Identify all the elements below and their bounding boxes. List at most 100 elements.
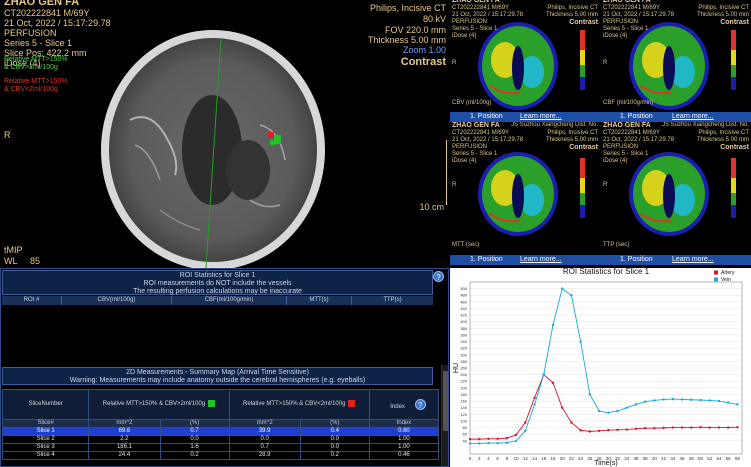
data-point-vein bbox=[616, 409, 619, 413]
data-point-vein bbox=[487, 441, 490, 445]
main-image-viewer[interactable]: ZHAO GEN FA CT202222841 M/69Y 21 Oct, 20… bbox=[0, 0, 450, 268]
y-tick-label: 320 bbox=[460, 346, 467, 351]
cell-index: 0.46 bbox=[368, 451, 440, 460]
thumb-dose: iDose (4) bbox=[452, 158, 477, 164]
col-ttp[interactable]: TTP(s) bbox=[352, 296, 433, 305]
thumb-patient-id: CT202222841 M/69Y bbox=[603, 5, 661, 11]
data-point-artery bbox=[478, 437, 481, 441]
thumb-thickness: Thickness 5.00 mm bbox=[696, 12, 749, 18]
cell-g-pct: 0.0 bbox=[159, 435, 230, 444]
y-tick-label: 400 bbox=[460, 319, 467, 324]
thumb-date: 21 Oct, 2022 / 15:17:29.78 bbox=[603, 137, 675, 143]
table-row[interactable]: Slice 4 24.4 0.2 28.9 0.2 0.46 bbox=[1, 451, 440, 460]
data-point-vein bbox=[542, 373, 545, 376]
thumb-scanner: Philips, Incisive CT bbox=[698, 130, 749, 136]
cell-g-mm: 24.4 bbox=[88, 451, 161, 460]
col-cbf[interactable]: CBF(ml/100g/min) bbox=[172, 296, 287, 305]
data-point-vein bbox=[708, 399, 711, 402]
help-icon[interactable]: ? bbox=[414, 398, 426, 410]
cell-slice: Slice 2 bbox=[1, 435, 90, 444]
table-scrollbar[interactable] bbox=[441, 365, 448, 466]
col-mtt[interactable]: MTT(s) bbox=[287, 296, 352, 305]
x-tick-label: 22 bbox=[569, 456, 575, 461]
position-bar-bottom[interactable]: 1. Position Learn more... 1. Position Le… bbox=[450, 255, 751, 265]
y-tick-label: 180 bbox=[460, 392, 467, 397]
data-point-vein bbox=[653, 399, 656, 402]
y-tick-label: 440 bbox=[460, 306, 467, 311]
y-axis-label: HU bbox=[453, 363, 460, 373]
unit-cell: Slice# bbox=[1, 419, 90, 428]
col-cbv[interactable]: CBV(ml/100g) bbox=[62, 296, 172, 305]
x-tick-label: 56 bbox=[726, 456, 732, 461]
series-line-artery bbox=[470, 373, 738, 440]
orientation-r: R bbox=[4, 130, 11, 140]
thumb-map-label: TTP (sec) bbox=[603, 242, 630, 248]
data-point-artery bbox=[662, 426, 665, 430]
x-tick-label: 44 bbox=[670, 456, 676, 461]
roi-table-subtitle: ROI measurements do NOT include the vess… bbox=[143, 280, 292, 287]
learn-more-link[interactable]: Learn more... bbox=[672, 255, 714, 265]
data-point-artery bbox=[561, 406, 564, 409]
table-row[interactable]: Slice 3 186.1 1.6 0.7 0.0 1.00 bbox=[1, 443, 440, 452]
position-label: 1. Position bbox=[620, 256, 653, 263]
y-tick-label: 80 bbox=[463, 425, 468, 430]
learn-more-link[interactable]: Learn more... bbox=[520, 255, 562, 265]
y-tick-label: 200 bbox=[460, 385, 467, 390]
data-point-artery bbox=[487, 437, 490, 440]
data-point-vein bbox=[551, 323, 555, 327]
data-point-artery bbox=[643, 427, 647, 430]
roi-table-title: ROI Statistics for Slice 1 bbox=[179, 272, 256, 279]
x-tick-label: 24 bbox=[578, 456, 584, 461]
data-point-vein bbox=[514, 439, 518, 442]
y-tick-label: 60 bbox=[463, 432, 468, 437]
data-point-artery bbox=[607, 428, 610, 432]
data-point-artery bbox=[570, 421, 573, 424]
learn-more-link[interactable]: Learn more... bbox=[520, 112, 562, 122]
table-row[interactable]: Slice 1 69.6 0.7 39.9 0.4 0.60 bbox=[1, 427, 440, 436]
learn-more-link[interactable]: Learn more... bbox=[672, 112, 714, 122]
data-point-artery bbox=[616, 428, 619, 432]
roi-table-subtitle: The resulting perfusion calculations may… bbox=[133, 288, 302, 295]
map-thumbnail-ttp[interactable]: ZHAO GEN FA CT202222841 M/69Y 21 Oct, 20… bbox=[601, 122, 751, 254]
thumb-patient-id: CT202222841 M/69Y bbox=[452, 5, 510, 11]
data-point-artery bbox=[634, 427, 638, 431]
tmip-label: tMIP bbox=[4, 245, 23, 255]
scale-bar bbox=[446, 140, 447, 205]
cell-r-mm: 39.9 bbox=[228, 427, 301, 436]
data-point-vein bbox=[662, 398, 665, 401]
table-row[interactable]: Slice 2 2.2 0.0 0.0 0.0 1.00 bbox=[1, 435, 440, 444]
data-point-vein bbox=[561, 287, 564, 290]
col-roi[interactable]: ROI # bbox=[2, 296, 62, 305]
data-point-vein bbox=[579, 340, 582, 343]
data-point-vein bbox=[607, 411, 610, 414]
thumb-protocol: PERFUSION bbox=[452, 19, 488, 25]
thumb-thickness: Thickness 5.00 mm bbox=[545, 137, 598, 143]
series-line-vein bbox=[470, 287, 738, 444]
unit-cell: (%) bbox=[159, 419, 230, 428]
data-point-artery bbox=[588, 430, 592, 433]
position-bar-top[interactable]: 1. Position Learn more... 1. Position Le… bbox=[450, 112, 751, 122]
legend-label-vein: Vein bbox=[721, 277, 731, 283]
data-point-artery bbox=[505, 436, 509, 440]
data-point-vein bbox=[717, 399, 721, 403]
scrollbar-thumb[interactable] bbox=[443, 371, 448, 431]
units-row: Slice# mm^2 (%) mm^2 (%) Index bbox=[1, 419, 440, 428]
roi-statistics-panel: ROI Statistics for Slice 1 ROI measureme… bbox=[0, 268, 449, 467]
data-point-artery bbox=[597, 429, 601, 433]
map-thumbnail-mtt[interactable]: ZHAO GEN FA CT202222841 M/69Y 21 Oct, 20… bbox=[450, 122, 600, 254]
y-tick-label: 280 bbox=[460, 359, 467, 364]
data-point-artery bbox=[524, 421, 527, 424]
y-tick-label: 360 bbox=[460, 332, 467, 337]
x-tick-label: 6 bbox=[496, 456, 499, 461]
data-point-vein bbox=[690, 398, 693, 401]
hdr-index: Index ? bbox=[368, 389, 440, 420]
unit-cell: Index bbox=[368, 419, 440, 428]
position-label: 1. Position bbox=[470, 256, 503, 263]
cell-slice: Slice 1 bbox=[1, 427, 90, 436]
thumb-map-label: CBF (ml/100g/min) bbox=[603, 100, 654, 106]
help-icon[interactable]: ? bbox=[433, 271, 444, 282]
zoom-label[interactable]: Zoom 1.00 bbox=[403, 45, 446, 56]
x-tick-label: 16 bbox=[541, 456, 547, 461]
data-point-artery bbox=[708, 426, 711, 429]
chart-title: ROI Statistics for Slice 1 bbox=[563, 268, 650, 276]
